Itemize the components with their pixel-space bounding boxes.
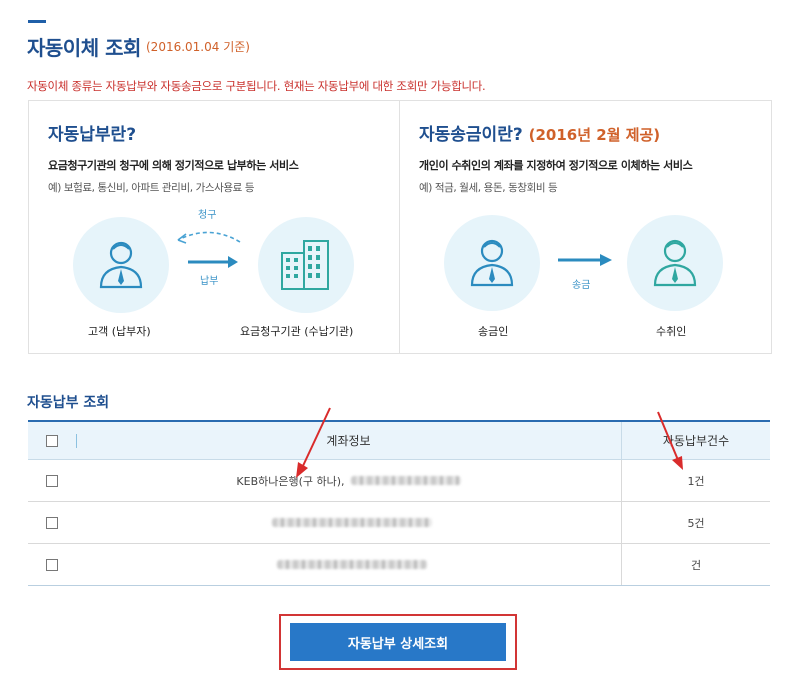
billing-label: 청구 [198, 210, 217, 221]
row-checkbox-cell [28, 502, 76, 543]
section-title: 자동납부 조회 [27, 395, 110, 411]
select-all-checkbox[interactable] [46, 434, 58, 447]
person-icon [470, 239, 514, 287]
payment-label: 납부 [200, 276, 219, 287]
customer-circle [73, 217, 169, 313]
page-title: 자동이체 조회 [27, 36, 141, 60]
count-cell: 1건 [621, 460, 770, 501]
account-cell [76, 502, 621, 543]
auto-payment-title: 자동납부란? [48, 125, 137, 145]
auto-transfer-title: 자동송금이란? (2016년 2월 제공) [419, 120, 660, 145]
masked-account [276, 560, 427, 569]
masked-account [350, 476, 461, 485]
auto-payment-example: 예) 보험료, 통신비, 아파트 관리비, 가스사용료 등 [48, 182, 255, 194]
select-all-cell [28, 422, 76, 459]
row-checkbox-cell [28, 544, 76, 585]
annotation-arrow-count [657, 411, 683, 470]
notice-text: 자동이체 종류는 자동납부와 자동송금으로 구분됩니다. 현재는 자동납부에 대… [27, 79, 486, 93]
count-header: 자동납부건수 [621, 422, 770, 459]
auto-transfer-title-sub: (2016년 2월 제공) [528, 126, 661, 144]
auto-transfer-example: 예) 적금, 월세, 용돈, 동창회비 등 [419, 182, 558, 194]
account-cell: KEB하나은행(구 하나), [76, 460, 621, 501]
auto-transfer-title-main: 자동송금이란? [419, 125, 523, 145]
table-row[interactable]: 5건 [28, 502, 770, 544]
recipient-label: 수취인 [656, 325, 687, 338]
institution-label: 요금청구기관 (수납기관) [240, 325, 354, 338]
account-cell [76, 544, 621, 585]
row-checkbox[interactable] [46, 474, 58, 487]
account-header: 계좌정보 [326, 434, 371, 448]
page-date: (2016.01.04 기준) [146, 40, 250, 54]
auto-payment-desc: 요금청구기관의 청구에 의해 정기적으로 납부하는 서비스 [48, 159, 299, 172]
title-accent-bar [28, 20, 46, 23]
annotation-arrow-account [296, 407, 331, 478]
detail-inquiry-button[interactable]: 자동납부 상세조회 [290, 623, 506, 661]
count-cell: 건 [621, 544, 770, 585]
institution-circle [258, 217, 354, 313]
row-checkbox[interactable] [46, 558, 58, 571]
table-row[interactable]: 건 [28, 544, 770, 586]
person-icon [99, 241, 143, 289]
row-checkbox-cell [28, 460, 76, 501]
transfer-arrow-icon [558, 254, 612, 266]
recipient-circle [627, 215, 723, 311]
building-icon [281, 240, 329, 290]
masked-account [271, 518, 432, 527]
customer-label: 고객 (납부자) [88, 325, 151, 338]
auto-transfer-desc: 개인이 수취인의 계좌를 지정하여 정기적으로 이체하는 서비스 [419, 159, 693, 172]
sender-circle [444, 215, 540, 311]
person-icon [653, 239, 697, 287]
billing-flow-arrows [177, 231, 241, 268]
row-checkbox[interactable] [46, 516, 58, 529]
sender-label: 송금인 [478, 325, 509, 338]
info-divider [399, 100, 400, 354]
transfer-label: 송금 [572, 280, 591, 291]
count-cell: 5건 [621, 502, 770, 543]
